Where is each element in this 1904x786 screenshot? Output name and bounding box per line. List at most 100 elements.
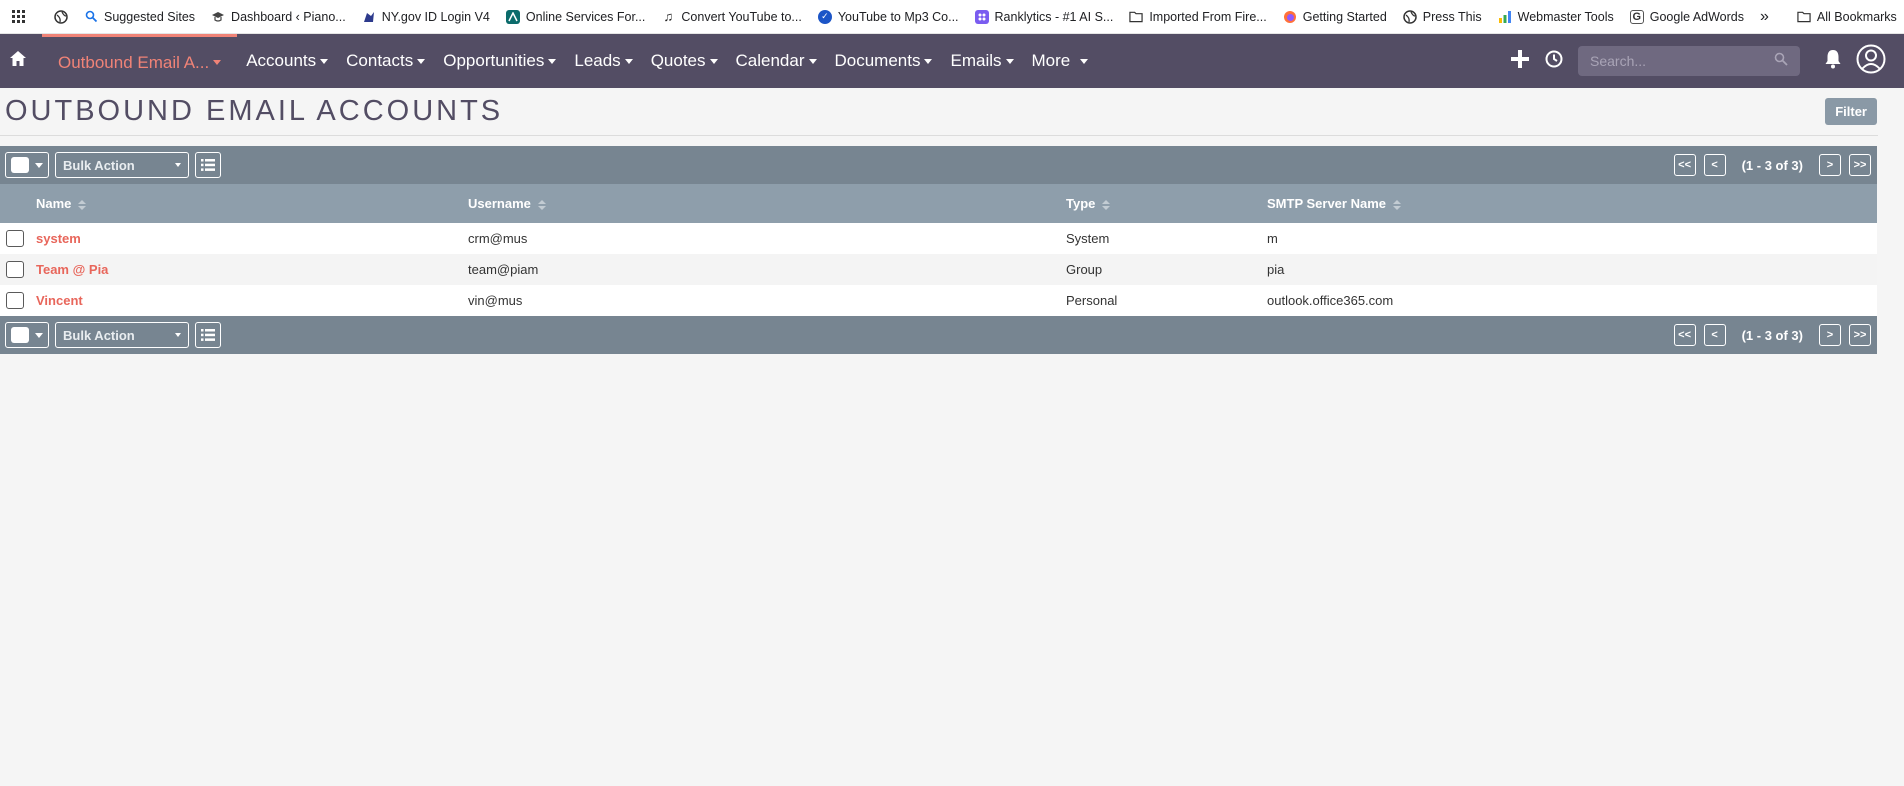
filter-button[interactable]: Filter (1825, 98, 1877, 125)
first-page-button[interactable]: << (1673, 324, 1696, 346)
table-row: system crm@mus System m (0, 223, 1877, 254)
account-name-link[interactable]: Vincent (36, 293, 83, 308)
next-page-button[interactable]: > (1819, 154, 1841, 176)
home-button[interactable] (0, 34, 36, 88)
next-page-button[interactable]: > (1819, 324, 1841, 346)
last-page-button[interactable]: >> (1849, 154, 1871, 176)
bookmark-getting-started[interactable]: Getting Started (1275, 0, 1395, 33)
grid-icon (974, 9, 989, 24)
bookmark-online-services[interactable]: Online Services For... (498, 0, 654, 33)
select-all-checkbox[interactable] (11, 157, 29, 173)
nav-label: More (1031, 51, 1071, 70)
page-range: (1 - 3 of 3) (1741, 327, 1803, 343)
nav-leads[interactable]: Leads (565, 34, 641, 88)
sort-icon[interactable] (1102, 199, 1111, 210)
bookmark-imported-folder[interactable]: Imported From Fire... (1121, 0, 1274, 33)
column-header-smtp-server[interactable]: SMTP Server Name (1267, 184, 1877, 223)
bookmark-youtube-mp3[interactable]: ✓ YouTube to Mp3 Co... (810, 0, 967, 33)
bookmark-webmaster-tools[interactable]: Webmaster Tools (1490, 0, 1622, 33)
bookmark-dashboard[interactable]: Dashboard ‹ Piano... (203, 0, 354, 33)
bookmark-label: Google AdWords (1649, 9, 1745, 24)
prev-page-button[interactable]: < (1703, 324, 1726, 346)
page-scrollbar[interactable] (1878, 88, 1904, 786)
notifications-button[interactable] (1824, 49, 1842, 74)
smtp-cell: pia (1267, 262, 1285, 277)
bookmark-convert-youtube[interactable]: ♫ Convert YouTube to... (653, 0, 809, 33)
all-bookmarks-button[interactable]: All Bookmarks (1789, 0, 1904, 33)
bookmark-apps[interactable] (4, 0, 34, 33)
create-button[interactable] (1510, 49, 1530, 74)
bookmark-globe[interactable] (46, 0, 76, 33)
nav-more[interactable]: More (1023, 34, 1098, 88)
bulk-action-dropdown[interactable]: Bulk Action (55, 152, 189, 178)
bookmark-google-adwords[interactable]: G Google AdWords (1622, 0, 1752, 33)
caret-down-icon (320, 58, 329, 64)
bulk-action-dropdown[interactable]: Bulk Action (55, 322, 189, 348)
list-icon (201, 329, 215, 341)
select-all-dropdown[interactable] (5, 322, 49, 348)
table-row: Vincent vin@mus Personal outlook.office3… (0, 285, 1877, 316)
bookmark-suggested-sites[interactable]: Suggested Sites (76, 0, 203, 33)
bookmark-ranklytics[interactable]: Ranklytics - #1 AI S... (967, 0, 1122, 33)
sort-icon[interactable] (1393, 199, 1401, 210)
bookmark-nygov[interactable]: NY.gov ID Login V4 (354, 0, 498, 33)
pagination: << < (1 - 3 of 3) > >> (1673, 316, 1871, 354)
bookmark-label: Webmaster Tools (1517, 9, 1614, 24)
smtp-cell: outlook.office365.com (1267, 293, 1394, 308)
bulk-action-label: Bulk Action (63, 157, 135, 173)
nav-right-tools (1510, 34, 1904, 88)
prev-page-button[interactable]: < (1703, 154, 1726, 176)
search-icon[interactable] (1774, 52, 1788, 71)
nav-contacts[interactable]: Contacts (337, 34, 434, 88)
account-name-link[interactable]: Team @ Pia (36, 262, 108, 277)
column-header-username[interactable]: Username (468, 184, 1066, 223)
pagination: << < (1 - 3 of 3) > >> (1673, 146, 1871, 184)
select-all-dropdown[interactable] (5, 152, 49, 178)
first-page-button[interactable]: << (1673, 154, 1696, 176)
row-checkbox[interactable] (6, 230, 24, 247)
nav-opportunities[interactable]: Opportunities (434, 34, 565, 88)
type-cell: System (1066, 231, 1110, 246)
sort-icon[interactable] (78, 199, 87, 210)
account-name-link[interactable]: system (36, 231, 81, 246)
column-chooser-button[interactable] (195, 152, 221, 178)
top-navigation: Outbound Email A... Accounts Contacts Op… (0, 34, 1904, 88)
user-menu-button[interactable] (1856, 44, 1886, 79)
nav-outbound-email-accounts[interactable]: Outbound Email A... (42, 34, 238, 88)
global-search[interactable] (1578, 46, 1800, 76)
nav-accounts[interactable]: Accounts (237, 34, 337, 88)
nav-label: Calendar (735, 51, 805, 70)
g-icon: G (1629, 9, 1644, 24)
search-icon (84, 10, 98, 24)
sort-icon[interactable] (537, 199, 546, 210)
last-page-button[interactable]: >> (1849, 324, 1871, 346)
bookmark-press-this[interactable]: Press This (1395, 0, 1490, 33)
page-range: (1 - 3 of 3) (1741, 157, 1803, 173)
row-checkbox[interactable] (6, 292, 24, 309)
nav-emails[interactable]: Emails (941, 34, 1022, 88)
caret-down-icon (548, 58, 557, 64)
search-input[interactable] (1590, 53, 1760, 69)
firefox-icon (1283, 10, 1297, 24)
select-all-checkbox[interactable] (11, 327, 29, 343)
nav-label: Opportunities (443, 51, 545, 70)
bookmark-label: All Bookmarks (1816, 9, 1897, 24)
music-icon: ♫ (663, 9, 674, 24)
smtp-cell: m (1267, 231, 1278, 246)
nav-documents[interactable]: Documents (826, 34, 942, 88)
nav-calendar[interactable]: Calendar (727, 34, 826, 88)
bookmarks-overflow-button[interactable]: » (1752, 0, 1777, 33)
bookmark-label: Press This (1422, 9, 1482, 24)
column-chooser-button[interactable] (195, 322, 221, 348)
bookmark-label: Imported From Fire... (1149, 9, 1267, 24)
ny-icon (362, 10, 376, 24)
bookmark-label: NY.gov ID Login V4 (381, 9, 490, 24)
cap-icon (211, 10, 225, 24)
bookmark-label: Online Services For... (525, 9, 646, 24)
recently-viewed-button[interactable] (1544, 49, 1564, 74)
row-checkbox[interactable] (6, 261, 24, 278)
nav-quotes[interactable]: Quotes (642, 34, 727, 88)
column-header-type[interactable]: Type (1066, 184, 1267, 223)
list-action-bar-top: Bulk Action << < (1 - 3 of 3) > >> (0, 146, 1877, 184)
column-header-name[interactable]: Name (36, 184, 468, 223)
